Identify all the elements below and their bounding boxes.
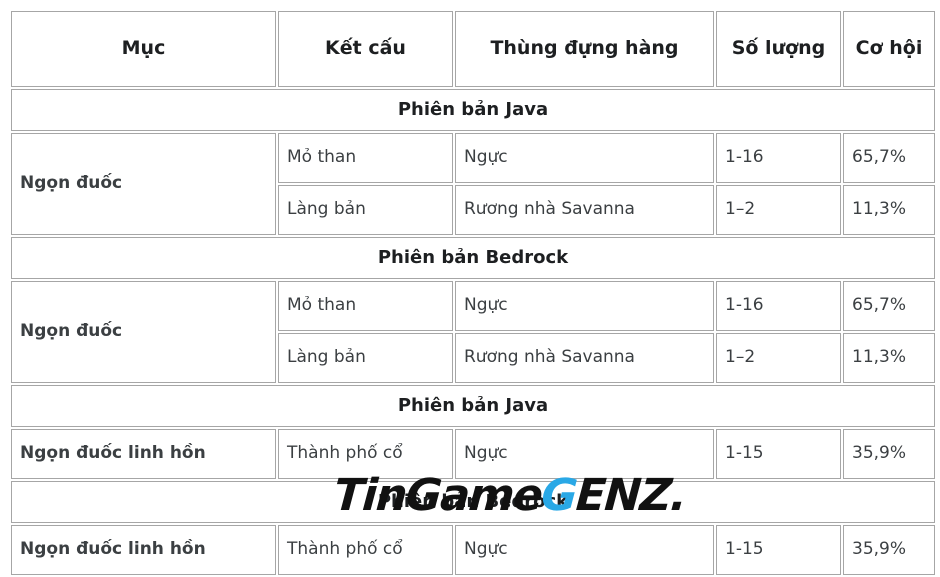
loot-table: Mục Kết cấu Thùng đựng hàng Số lượng Cơ … bbox=[9, 9, 937, 577]
cell-structure: Làng bản bbox=[278, 185, 453, 235]
section-header-row: Phiên bản Java bbox=[11, 89, 935, 131]
table-row: Ngọn đuốc Mỏ than Ngực 1-16 65,7% bbox=[11, 133, 935, 235]
cell-item-name: Ngọn đuốc linh hồn bbox=[11, 429, 276, 479]
cell-amount: 1-16 bbox=[716, 133, 841, 183]
cell-amount: 1-15 bbox=[716, 429, 841, 479]
section-title-java-1: Phiên bản Java bbox=[11, 89, 935, 131]
cell-container: Ngực bbox=[455, 429, 714, 479]
cell-container: Ngực bbox=[455, 281, 714, 331]
cell-amount: 1–2 bbox=[716, 333, 841, 383]
table-row: Ngọn đuốc Mỏ than Ngực 1-16 65,7% bbox=[11, 281, 935, 383]
cell-amount: 1-15 bbox=[716, 525, 841, 575]
section-header-row: Phiên bản Bedrock bbox=[11, 237, 935, 279]
column-header-amount: Số lượng bbox=[716, 11, 841, 87]
cell-amount: 1–2 bbox=[716, 185, 841, 235]
column-header-chance: Cơ hội bbox=[843, 11, 935, 87]
cell-chance: 11,3% bbox=[843, 185, 935, 235]
cell-item-name: Ngọn đuốc bbox=[11, 133, 276, 235]
cell-item-name: Ngọn đuốc linh hồn bbox=[11, 525, 276, 575]
cell-chance: 35,9% bbox=[843, 429, 935, 479]
cell-container: Ngực bbox=[455, 525, 714, 575]
cell-chance: 65,7% bbox=[843, 281, 935, 331]
column-header-item: Mục bbox=[11, 11, 276, 87]
section-title-bedrock-1: Phiên bản Bedrock bbox=[11, 237, 935, 279]
section-header-row: Phiên bản Bedrock bbox=[11, 481, 935, 523]
section-title-java-2: Phiên bản Java bbox=[11, 385, 935, 427]
section-header-row: Phiên bản Java bbox=[11, 385, 935, 427]
cell-amount: 1-16 bbox=[716, 281, 841, 331]
cell-chance: 65,7% bbox=[843, 133, 935, 183]
table-row: Ngọn đuốc linh hồn Thành phố cổ Ngực 1-1… bbox=[11, 525, 935, 575]
cell-container: Rương nhà Savanna bbox=[455, 185, 714, 235]
cell-container: Rương nhà Savanna bbox=[455, 333, 714, 383]
column-header-structure: Kết cấu bbox=[278, 11, 453, 87]
cell-item-name: Ngọn đuốc bbox=[11, 281, 276, 383]
section-title-bedrock-2: Phiên bản Bedrock bbox=[11, 481, 935, 523]
cell-container: Ngực bbox=[455, 133, 714, 183]
cell-structure: Mỏ than bbox=[278, 281, 453, 331]
table-header-row: Mục Kết cấu Thùng đựng hàng Số lượng Cơ … bbox=[11, 11, 935, 87]
cell-structure: Mỏ than bbox=[278, 133, 453, 183]
table-row: Ngọn đuốc linh hồn Thành phố cổ Ngực 1-1… bbox=[11, 429, 935, 479]
cell-chance: 11,3% bbox=[843, 333, 935, 383]
cell-structure: Thành phố cổ bbox=[278, 429, 453, 479]
column-header-container: Thùng đựng hàng bbox=[455, 11, 714, 87]
cell-structure: Thành phố cổ bbox=[278, 525, 453, 575]
cell-structure: Làng bản bbox=[278, 333, 453, 383]
cell-chance: 35,9% bbox=[843, 525, 935, 575]
page-root: Mục Kết cấu Thùng đựng hàng Số lượng Cơ … bbox=[0, 0, 940, 577]
loot-table-body: Mục Kết cấu Thùng đựng hàng Số lượng Cơ … bbox=[11, 11, 935, 575]
